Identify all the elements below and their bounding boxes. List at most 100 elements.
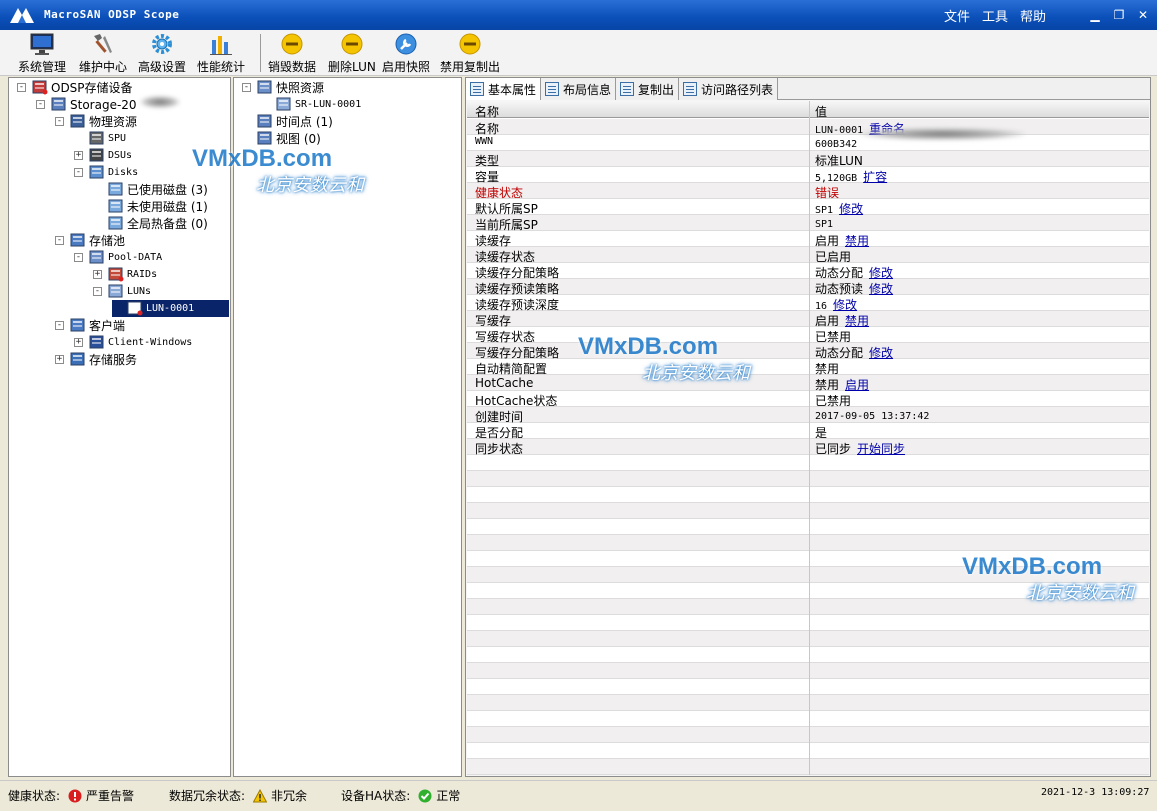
table-row[interactable] — [467, 647, 1149, 663]
menu-help[interactable]: 帮助 — [1020, 6, 1046, 25]
tree-node[interactable]: - ODSP存储设备 — [17, 79, 133, 96]
table-row[interactable]: 名称LUN-0001重命名 — [467, 119, 1149, 136]
collapse-icon[interactable]: - — [17, 83, 26, 92]
minimize-icon[interactable]: ▁ — [1087, 7, 1103, 23]
menu-file[interactable]: 文件 — [944, 6, 970, 25]
collapse-icon[interactable]: - — [55, 321, 64, 330]
collapse-icon[interactable]: - — [55, 117, 64, 126]
collapse-icon[interactable]: - — [93, 287, 102, 296]
tree-node[interactable]: - LUNs — [93, 283, 151, 300]
tree-node[interactable]: - 客户端 — [55, 317, 125, 334]
table-row[interactable] — [467, 567, 1149, 583]
column-header-name[interactable]: 名称 — [475, 103, 499, 120]
tree-node[interactable]: 已使用磁盘 (3) — [93, 181, 208, 198]
collapse-icon[interactable]: - — [74, 253, 83, 262]
tab-access-paths[interactable]: 访问路径列表 — [679, 78, 779, 100]
table-row[interactable]: 写缓存状态 已禁用 — [467, 327, 1149, 344]
table-row[interactable]: HotCache状态 已禁用 — [467, 391, 1149, 408]
expand-icon[interactable]: + — [55, 355, 64, 364]
table-row[interactable]: WWN 600B342 — [467, 135, 1149, 151]
table-row[interactable]: 容量 5,120GB 扩容 — [467, 167, 1149, 184]
table-row[interactable]: HotCache 禁用 启用 — [467, 375, 1149, 392]
property-action-link[interactable]: 启用 — [845, 378, 869, 392]
table-row[interactable] — [467, 471, 1149, 487]
property-action-link[interactable]: 扩容 — [863, 170, 887, 184]
table-row[interactable]: 读缓存预读深度 16 修改 — [467, 295, 1149, 312]
table-row[interactable]: 类型 标准LUN — [467, 151, 1149, 168]
tab-layout-info[interactable]: 布局信息 — [541, 78, 617, 100]
table-row[interactable]: 读缓存状态 已启用 — [467, 247, 1149, 264]
tree-node[interactable]: - 快照资源 — [242, 79, 324, 96]
table-row[interactable]: 读缓存 启用 禁用 — [467, 231, 1149, 248]
table-row[interactable] — [467, 583, 1149, 599]
tree-node[interactable]: - Disks — [74, 164, 138, 181]
table-row[interactable]: 读缓存分配策略 动态分配 修改 — [467, 263, 1149, 280]
property-action-link[interactable]: 开始同步 — [857, 442, 905, 456]
table-row[interactable] — [467, 663, 1149, 679]
tree-node[interactable]: LUN-0001 — [112, 300, 229, 317]
expand-icon[interactable]: + — [74, 151, 83, 160]
table-row[interactable]: 写缓存 启用 禁用 — [467, 311, 1149, 328]
property-action-link[interactable]: 修改 — [833, 298, 857, 312]
table-row[interactable]: 写缓存分配策略 动态分配 修改 — [467, 343, 1149, 360]
disable-copy-out-button[interactable]: 禁用复制出 — [440, 32, 500, 74]
tree-node[interactable]: 未使用磁盘 (1) — [93, 198, 208, 215]
table-row[interactable]: 当前所属SP SP1 — [467, 215, 1149, 232]
table-row[interactable] — [467, 487, 1149, 503]
snapshot-tree[interactable]: - 快照资源 SR-LUN-0001 时间点 (1) 视图 (0) — [233, 77, 462, 777]
advanced-settings-button[interactable]: 高级设置 — [138, 32, 186, 74]
table-row[interactable] — [467, 519, 1149, 535]
property-action-link[interactable]: 修改 — [869, 282, 893, 296]
table-row[interactable] — [467, 711, 1149, 727]
collapse-icon[interactable]: - — [242, 83, 251, 92]
table-row[interactable] — [467, 599, 1149, 615]
table-row[interactable] — [467, 695, 1149, 711]
column-header-value[interactable]: 值 — [815, 103, 827, 120]
collapse-icon[interactable]: - — [36, 100, 45, 109]
table-row[interactable] — [467, 503, 1149, 519]
tree-node[interactable]: - Pool-DATA — [74, 249, 162, 266]
delete-lun-button[interactable]: 删除LUN — [328, 32, 376, 74]
collapse-icon[interactable]: - — [55, 236, 64, 245]
device-tree[interactable]: - ODSP存储设备 - Storage-20- 物理资源 SPU + DSUs - Disks 已… — [8, 77, 231, 777]
tree-node[interactable]: 视图 (0) — [242, 130, 321, 147]
tree-node[interactable]: + RAIDs — [93, 266, 157, 283]
table-row[interactable]: 健康状态 错误 — [467, 183, 1149, 200]
table-row[interactable] — [467, 631, 1149, 647]
restore-icon[interactable]: ❐ — [1111, 7, 1127, 23]
tab-basic-properties[interactable]: 基本属性 — [466, 78, 542, 100]
tree-node[interactable]: 时间点 (1) — [242, 113, 333, 130]
table-row[interactable]: 自动精简配置 禁用 — [467, 359, 1149, 376]
tree-node[interactable]: - Storage-20 — [36, 96, 137, 113]
tab-copy-out[interactable]: 复制出 — [616, 78, 680, 100]
table-row[interactable]: 默认所属SP SP1 修改 — [467, 199, 1149, 216]
destroy-data-button[interactable]: 销毁数据 — [268, 32, 316, 74]
property-action-link[interactable]: 禁用 — [845, 314, 869, 328]
table-row[interactable]: 是否分配是 — [467, 423, 1149, 440]
tree-node[interactable]: + DSUs — [74, 147, 132, 164]
table-row[interactable] — [467, 455, 1149, 471]
tree-node[interactable]: SR-LUN-0001 — [261, 96, 361, 113]
tree-node[interactable]: + Client-Windows — [74, 334, 192, 351]
expand-icon[interactable]: + — [74, 338, 83, 347]
table-row[interactable] — [467, 743, 1149, 759]
system-management-button[interactable]: 系统管理 — [18, 32, 66, 74]
collapse-icon[interactable]: - — [74, 168, 83, 177]
close-icon[interactable]: ✕ — [1135, 7, 1151, 23]
maintenance-center-button[interactable]: 维护中心 — [79, 32, 127, 74]
tree-node[interactable]: SPU — [74, 130, 126, 147]
table-row[interactable] — [467, 727, 1149, 743]
table-row[interactable]: 同步状态 已同步 开始同步 — [467, 439, 1149, 456]
tree-node[interactable]: 全局热备盘 (0) — [93, 215, 208, 232]
property-action-link[interactable]: 修改 — [869, 346, 893, 360]
property-action-link[interactable]: 禁用 — [845, 234, 869, 248]
tree-node[interactable]: - 物理资源 — [55, 113, 137, 130]
tree-node[interactable]: - 存储池 — [55, 232, 125, 249]
enable-snapshot-button[interactable]: 启用快照 — [382, 32, 430, 74]
menu-tools[interactable]: 工具 — [982, 6, 1008, 25]
property-action-link[interactable]: 修改 — [839, 202, 863, 216]
tree-node[interactable]: + 存储服务 — [55, 351, 137, 368]
expand-icon[interactable]: + — [93, 270, 102, 279]
performance-stats-button[interactable]: 性能统计 — [197, 32, 245, 74]
property-action-link[interactable]: 修改 — [869, 266, 893, 280]
